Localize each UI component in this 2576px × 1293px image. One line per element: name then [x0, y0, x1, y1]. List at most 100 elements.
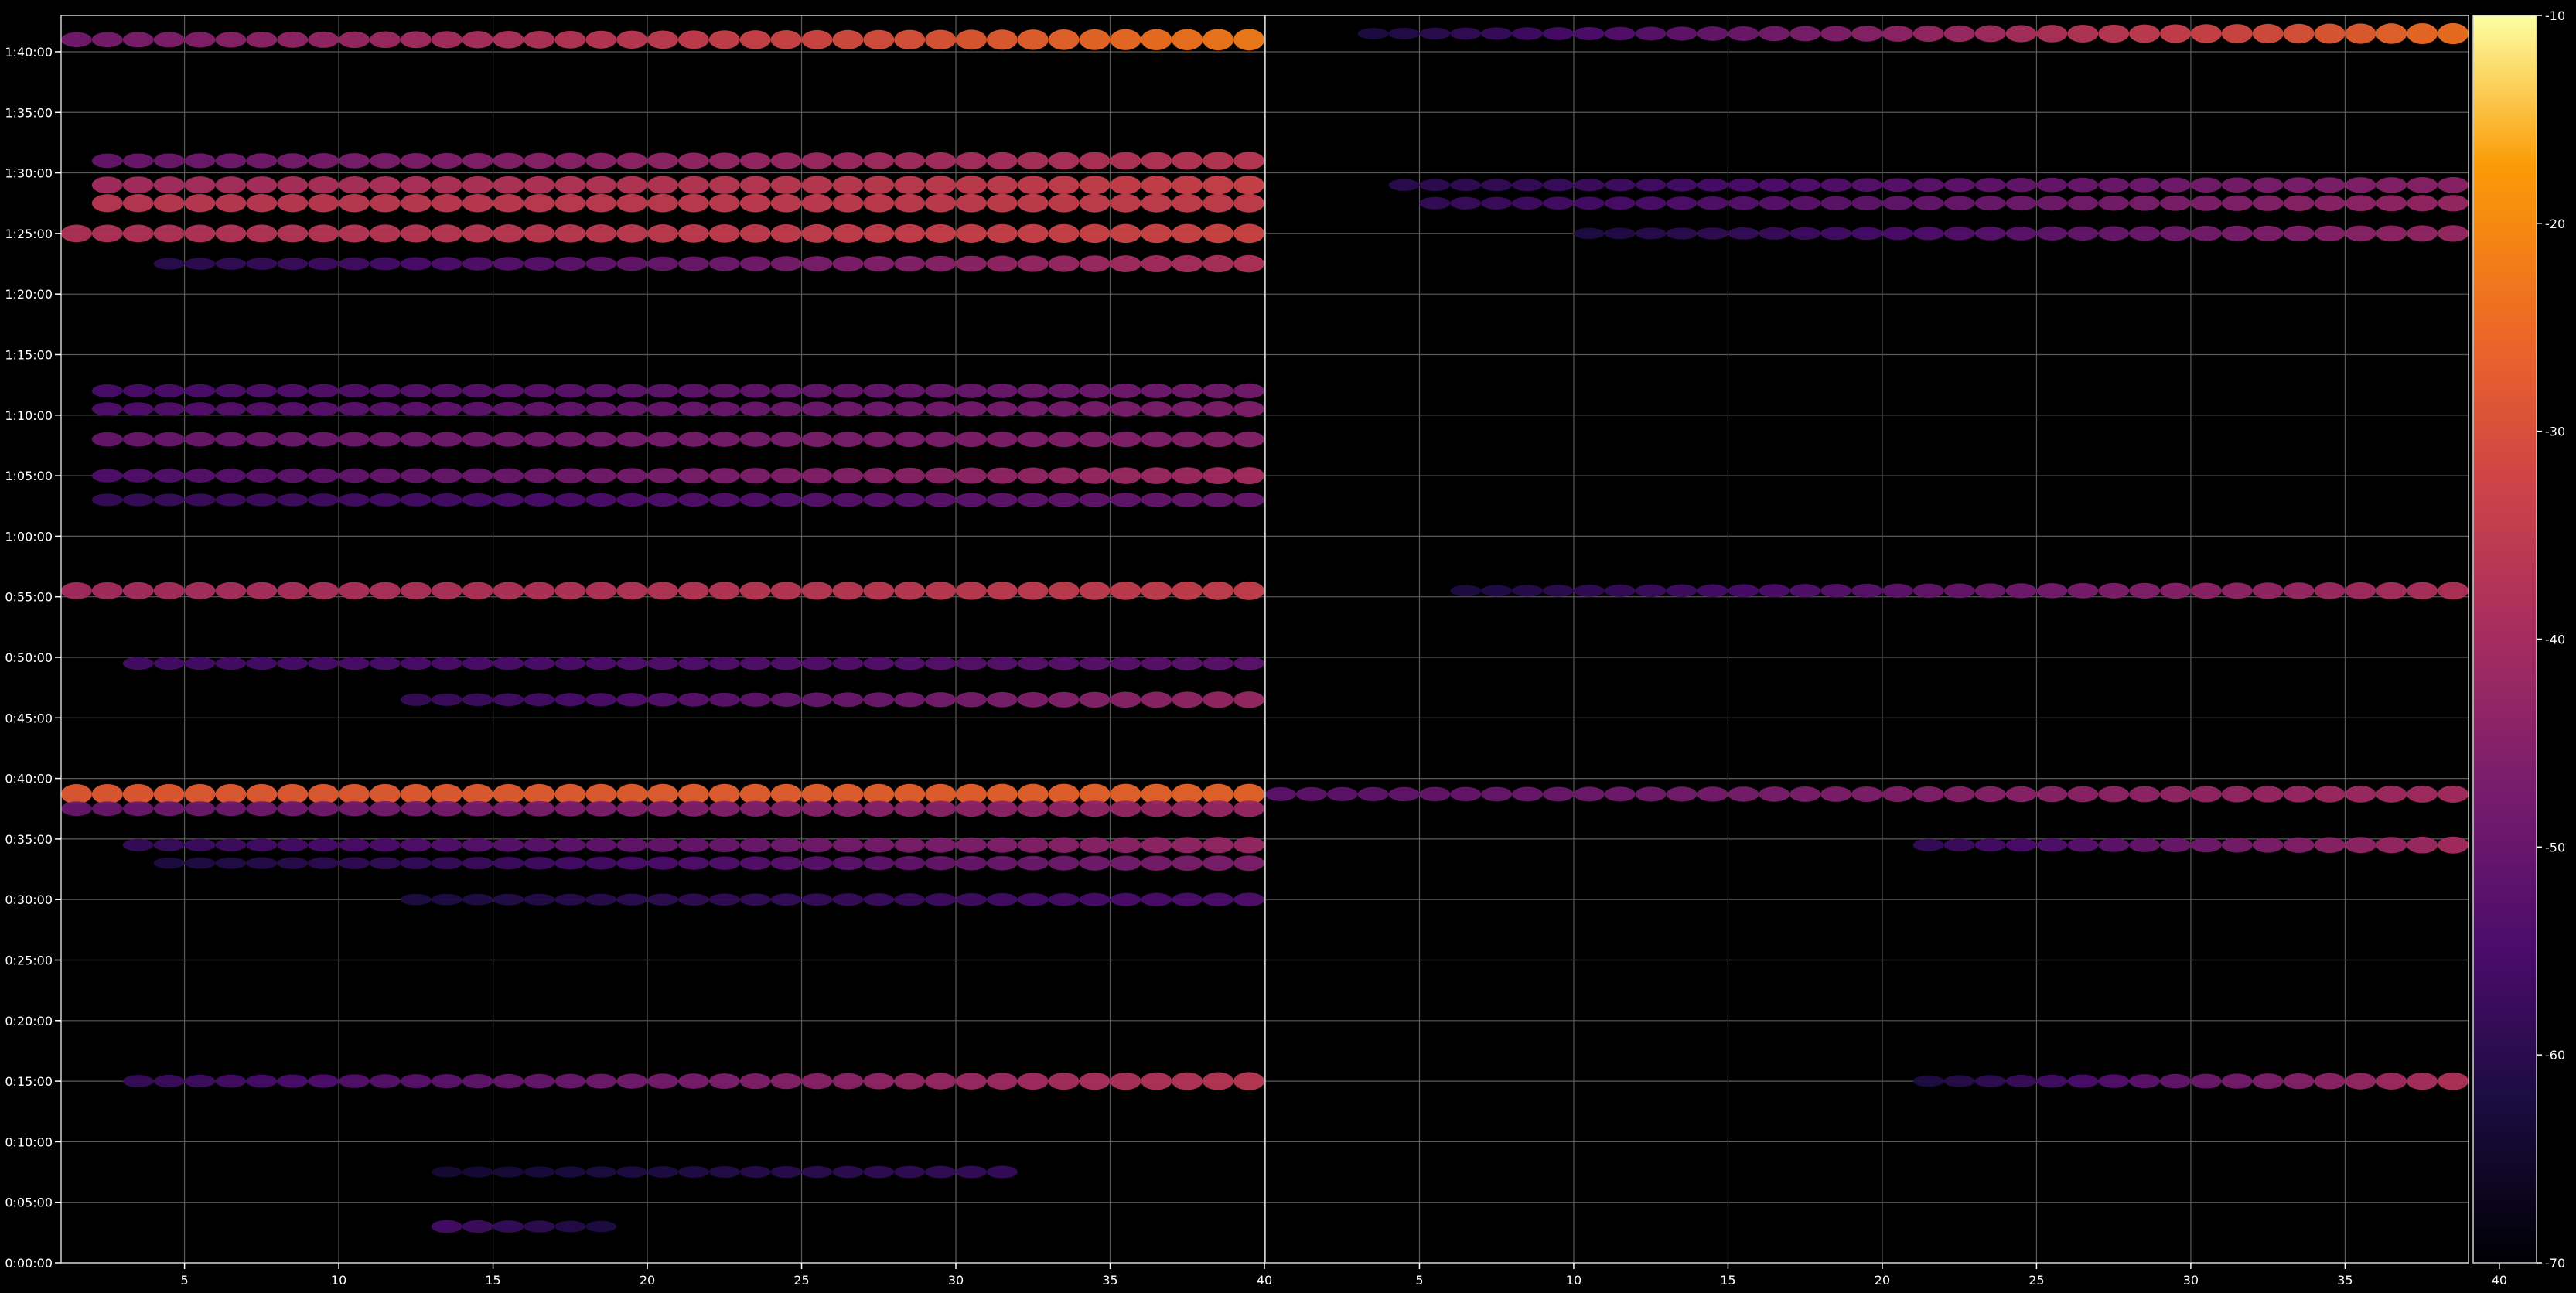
heat-cell	[1573, 585, 1605, 597]
heat-cell	[2036, 838, 2068, 852]
heat-cell	[246, 582, 278, 600]
heat-cell	[431, 176, 462, 194]
heat-cell	[2005, 786, 2037, 803]
heat-cell	[894, 384, 926, 398]
x-tick-label: 20	[640, 1273, 655, 1288]
heat-cell	[277, 153, 309, 169]
heat-cell	[400, 693, 432, 706]
heat-cell	[1326, 786, 1358, 802]
heat-cell	[986, 176, 1018, 195]
heat-cell	[215, 432, 247, 447]
heat-cell	[708, 1073, 740, 1090]
heat-cell	[616, 893, 648, 906]
heat-cell	[2067, 786, 2099, 803]
heat-cell	[1543, 179, 1575, 192]
heat-cell	[369, 493, 401, 507]
heat-cell	[153, 469, 185, 483]
heat-cell	[1912, 196, 1944, 211]
heat-cell	[986, 401, 1018, 417]
heat-cell	[184, 153, 216, 169]
heat-cell	[1110, 691, 1141, 708]
heat-cell	[801, 838, 833, 853]
heat-cell	[184, 176, 216, 194]
heat-cell	[1172, 223, 1203, 244]
heat-cell	[400, 468, 432, 483]
heat-cell	[339, 384, 370, 398]
heat-cell	[2098, 177, 2130, 193]
heat-cell	[122, 432, 154, 447]
heat-cell	[91, 224, 123, 243]
heat-cell	[153, 32, 185, 48]
heat-cell	[1203, 892, 1234, 906]
heat-cell	[215, 838, 247, 851]
heat-cell	[61, 801, 92, 817]
heat-cell	[1110, 656, 1141, 670]
heat-cell	[2376, 837, 2407, 854]
heat-cell	[431, 1220, 462, 1233]
heat-cell	[2129, 786, 2161, 803]
heat-cell	[894, 223, 926, 243]
heat-cell	[1512, 179, 1544, 192]
heat-cell	[739, 30, 771, 49]
heat-cell	[647, 693, 678, 707]
heat-cell	[1604, 227, 1636, 240]
heat-cell	[554, 468, 586, 483]
heat-cell	[677, 468, 709, 483]
heat-cell	[153, 153, 185, 169]
heat-cell	[616, 193, 648, 213]
heat-cell	[708, 256, 740, 271]
heat-cell	[1233, 800, 1264, 817]
heat-cell	[524, 1073, 555, 1089]
heat-cell	[1851, 786, 1882, 802]
heat-cell	[585, 256, 617, 271]
heat-cell	[1388, 27, 1420, 40]
heat-cell	[2283, 23, 2315, 44]
heat-cell	[122, 32, 154, 48]
heat-cell	[647, 493, 678, 507]
heat-cell	[246, 838, 278, 852]
heat-cell	[863, 29, 895, 49]
heat-cell	[1295, 786, 1327, 802]
heat-cell	[493, 838, 524, 852]
heat-cell	[91, 582, 123, 599]
heat-cell	[1110, 383, 1141, 399]
heat-cell	[462, 1073, 493, 1089]
heat-cell	[1820, 786, 1852, 802]
heat-cell	[1882, 786, 1913, 803]
heat-cell	[524, 657, 555, 670]
heat-cell	[585, 1073, 617, 1089]
heat-cell	[2190, 195, 2222, 211]
heat-cell	[493, 1220, 524, 1233]
heat-cell	[739, 256, 771, 271]
heat-cell	[91, 801, 123, 817]
y-tick-label: 1:35:00	[5, 105, 53, 120]
heat-cell	[1172, 467, 1203, 484]
heat-cell	[2252, 837, 2284, 853]
heat-cell	[1017, 401, 1049, 417]
heat-cell	[369, 857, 401, 870]
heat-cell	[955, 152, 987, 170]
heat-cell	[277, 257, 309, 271]
heat-cell	[1203, 800, 1234, 817]
heat-cell	[647, 1166, 678, 1178]
heat-cell	[524, 856, 555, 870]
heat-cell	[1912, 583, 1944, 599]
heat-cell	[215, 657, 247, 670]
heat-cell	[1079, 800, 1111, 817]
heat-cell	[91, 153, 123, 169]
heat-cell	[770, 468, 802, 484]
heat-cell	[1203, 1072, 1234, 1090]
heat-cell	[585, 1220, 617, 1233]
heat-cell	[369, 193, 401, 213]
heat-cell	[524, 401, 555, 417]
heat-cell	[1974, 227, 2006, 241]
heat-cell	[1820, 26, 1852, 42]
heat-cell	[2283, 177, 2315, 193]
heat-cell	[153, 783, 185, 804]
heat-cell	[339, 257, 370, 271]
heat-cell	[647, 582, 678, 600]
heat-cell	[739, 657, 771, 670]
heat-cell	[1666, 196, 1697, 210]
heat-cell	[585, 401, 617, 417]
heat-cell	[1604, 786, 1636, 802]
